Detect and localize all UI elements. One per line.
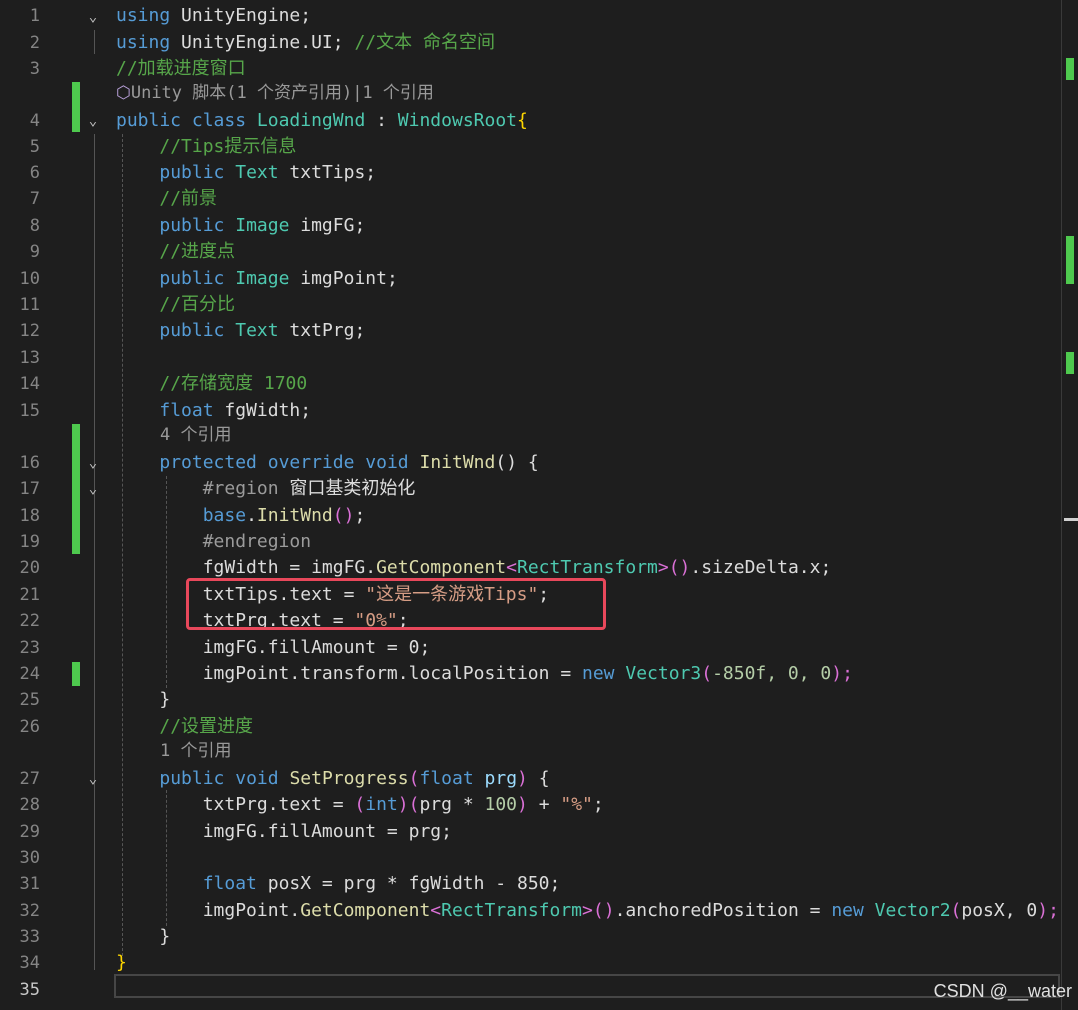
- line-number: 28: [19, 795, 40, 815]
- line-number: 6: [29, 163, 40, 183]
- code-line[interactable]: }: [116, 950, 127, 976]
- line-number: 27: [19, 769, 40, 789]
- line-number: 8: [29, 216, 40, 236]
- line-number: 3: [29, 59, 40, 79]
- highlight-box: [186, 578, 606, 630]
- line-number: 4: [29, 111, 40, 131]
- chevron-down-icon[interactable]: ⌄: [84, 476, 102, 502]
- code-line[interactable]: using UnityEngine.UI; //文本 命名空间: [116, 30, 495, 56]
- line-number: 33: [19, 927, 40, 947]
- code-line[interactable]: public Image imgPoint;: [116, 266, 397, 292]
- line-number: 26: [19, 717, 40, 737]
- line-number: 13: [19, 348, 40, 368]
- line-number: 34: [19, 953, 40, 973]
- line-number: 29: [19, 822, 40, 842]
- code-line[interactable]: imgFG.fillAmount = prg;: [116, 819, 452, 845]
- line-number: 25: [19, 690, 40, 710]
- scroll-change-marker: [1066, 58, 1074, 80]
- code-line[interactable]: imgPoint.GetComponent<RectTransform>().a…: [116, 898, 1059, 924]
- change-marker: [72, 662, 80, 686]
- code-line[interactable]: using UnityEngine;: [116, 3, 311, 29]
- code-line[interactable]: txtPrg.text = (int)(prg * 100) + "%";: [116, 792, 604, 818]
- code-line[interactable]: imgFG.fillAmount = 0;: [116, 635, 431, 661]
- code-line[interactable]: public void SetProgress(float prg) {: [116, 766, 549, 792]
- code-line[interactable]: float posX = prg * fgWidth - 850;: [116, 871, 561, 897]
- line-number: 2: [29, 33, 40, 53]
- code-line[interactable]: imgPoint.transform.localPosition = new V…: [116, 661, 853, 687]
- fold-guide: [94, 790, 95, 946]
- line-number: 18: [19, 506, 40, 526]
- code-line[interactable]: //Tips提示信息: [116, 134, 296, 160]
- line-number: 14: [19, 374, 40, 394]
- line-number: 32: [19, 901, 40, 921]
- line-number: 23: [19, 638, 40, 658]
- code-line[interactable]: public Text txtTips;: [116, 160, 376, 186]
- chevron-down-icon[interactable]: ⌄: [84, 766, 102, 792]
- codelens-references[interactable]: 1 个引用: [160, 740, 231, 762]
- scroll-position-marker[interactable]: [1064, 518, 1078, 521]
- line-number: 17: [19, 479, 40, 499]
- fold-guide: [94, 30, 95, 54]
- code-line[interactable]: //设置进度: [116, 714, 253, 740]
- vertical-scrollbar[interactable]: [1061, 0, 1078, 1010]
- codelens-references[interactable]: ⬡Unity 脚本(1 个资产引用)|1 个引用: [116, 82, 434, 104]
- line-number: 9: [29, 242, 40, 262]
- scroll-change-marker: [1066, 352, 1074, 374]
- current-line-highlight[interactable]: [114, 974, 1060, 998]
- watermark: CSDN @__water: [933, 981, 1072, 1001]
- code-line[interactable]: }: [116, 924, 170, 950]
- code-editor[interactable]: ⌄ ⌄ ⌄ ⌄ ⌄ 1 2 3 4 5 6 7 8 9 10 11 12 13 …: [0, 0, 1062, 1010]
- chevron-down-icon[interactable]: ⌄: [84, 450, 102, 476]
- line-number: 10: [19, 269, 40, 289]
- line-number: 24: [19, 664, 40, 684]
- line-number: 5: [29, 137, 40, 157]
- codelens-references[interactable]: 4 个引用: [160, 424, 231, 446]
- code-line[interactable]: base.InitWnd();: [116, 503, 366, 529]
- code-line[interactable]: float fgWidth;: [116, 398, 311, 424]
- scroll-change-marker: [1066, 236, 1074, 284]
- line-number: 12: [19, 321, 40, 341]
- code-line[interactable]: //百分比: [116, 292, 235, 318]
- chevron-down-icon[interactable]: ⌄: [84, 4, 102, 30]
- code-line[interactable]: #endregion: [116, 529, 311, 555]
- code-line[interactable]: protected override void InitWnd() {: [116, 450, 538, 476]
- code-line[interactable]: public Text txtPrg;: [116, 318, 365, 344]
- code-line[interactable]: #region 窗口基类初始化: [116, 476, 416, 502]
- fold-guide: [94, 476, 95, 712]
- chevron-down-icon[interactable]: ⌄: [84, 108, 102, 134]
- unity-icon: ⬡: [116, 83, 131, 103]
- code-line[interactable]: //加载进度窗口: [116, 56, 246, 82]
- line-number: 21: [19, 585, 40, 605]
- code-line[interactable]: //进度点: [116, 239, 235, 265]
- change-marker: [72, 424, 80, 554]
- change-marker: [72, 82, 80, 132]
- line-number: 11: [19, 295, 40, 315]
- line-number: 15: [19, 401, 40, 421]
- line-number: 30: [19, 848, 40, 868]
- code-line[interactable]: }: [116, 687, 170, 713]
- code-line[interactable]: //存储宽度 1700: [116, 371, 307, 397]
- line-number: 7: [29, 189, 40, 209]
- line-number: 20: [19, 558, 40, 578]
- code-line[interactable]: //前景: [116, 186, 217, 212]
- code-line[interactable]: public class LoadingWnd : WindowsRoot{: [116, 108, 528, 134]
- line-number: 1: [29, 6, 40, 26]
- line-number: 16: [19, 453, 40, 473]
- line-number: 31: [19, 874, 40, 894]
- code-line[interactable]: public Image imgFG;: [116, 213, 365, 239]
- line-number: 19: [19, 532, 40, 552]
- line-number: 22: [19, 611, 40, 631]
- line-number: 35: [19, 980, 40, 1000]
